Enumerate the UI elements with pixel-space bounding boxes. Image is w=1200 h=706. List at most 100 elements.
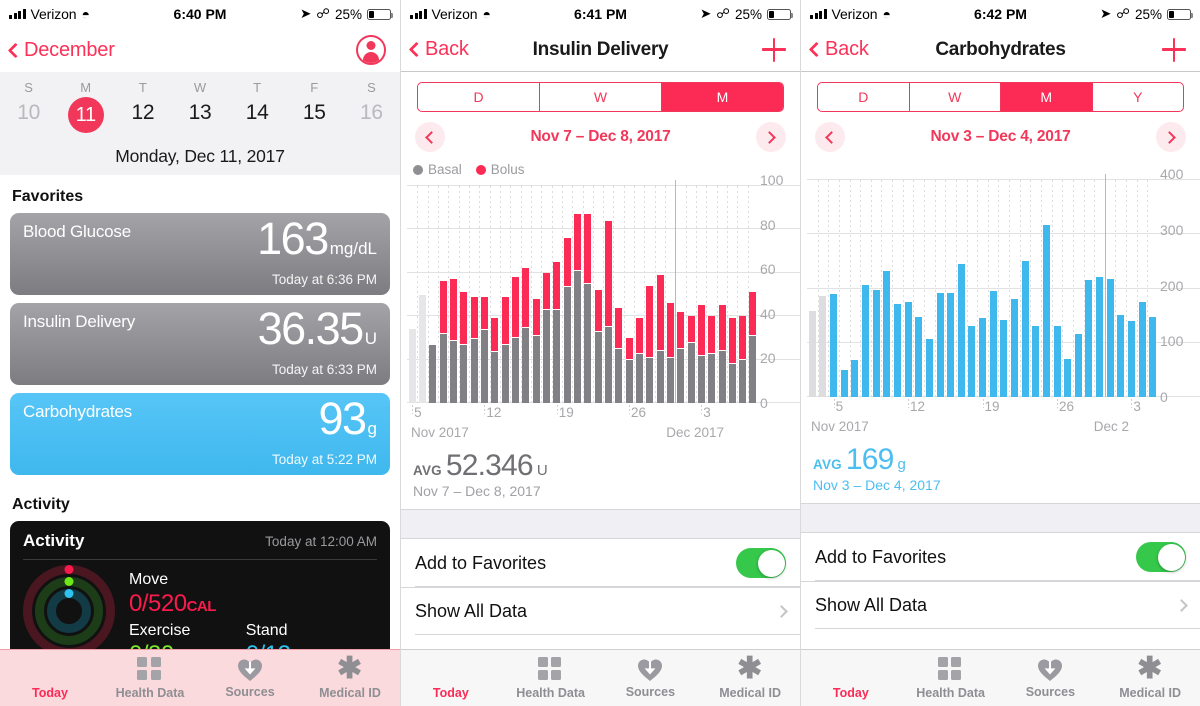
chart-grid-dotted	[1094, 180, 1096, 397]
heart-download-icon	[637, 658, 663, 682]
favorites-card-list: Blood Glucose 163 mg/dL Today at 6:36 PM…	[0, 213, 400, 475]
row-show-all-data[interactable]: Show All Data	[401, 587, 800, 635]
segment-day[interactable]: D	[818, 83, 910, 111]
chart-month-divider	[675, 180, 677, 403]
add-button[interactable]	[1162, 37, 1186, 62]
tab-today[interactable]: Today	[801, 650, 901, 706]
calendar-day[interactable]: 16	[343, 97, 400, 141]
back-button[interactable]: December	[7, 39, 115, 62]
avg-tag: AVG	[813, 457, 842, 472]
y-axis-tick-label: 300	[1160, 221, 1184, 238]
back-button[interactable]: Back	[408, 38, 469, 61]
segment-month[interactable]: M	[1001, 83, 1093, 111]
chart-grid-dotted	[881, 180, 883, 397]
row-add-to-favorites[interactable]: Add to Favorites	[801, 533, 1200, 581]
tab-health-data[interactable]: Health Data	[901, 650, 1001, 706]
grid-icon	[937, 656, 964, 683]
chart-grid-dotted	[448, 186, 450, 403]
row-show-all-data[interactable]: Show All Data	[801, 581, 1200, 629]
segment-week[interactable]: W	[540, 83, 662, 111]
chart-bar	[470, 296, 478, 403]
asterisk-icon: ✱	[337, 651, 363, 685]
chart-bar	[542, 272, 550, 403]
add-to-favorites-toggle[interactable]	[1136, 542, 1186, 572]
chart-grid-dotted	[1030, 180, 1032, 397]
favorite-card-carbohydrates[interactable]: Carbohydrates 93 g Today at 5:22 PM	[10, 393, 390, 475]
page-title: Carbohydrates	[935, 38, 1066, 60]
status-right: ➤ ☍ 25%	[1100, 6, 1194, 22]
tab-sources[interactable]: Sources	[1001, 650, 1101, 706]
prev-range-button[interactable]	[815, 122, 845, 152]
x-axis-tick	[1131, 399, 1133, 408]
prev-range-button[interactable]	[415, 122, 445, 152]
tab-today[interactable]: Today	[0, 650, 100, 706]
chart-bar	[1117, 314, 1125, 397]
chart-grid-dotted	[417, 186, 419, 403]
profile-button[interactable]	[356, 35, 386, 65]
bluetooth-icon: ☍	[316, 6, 330, 21]
calendar-day[interactable]: 14	[229, 97, 286, 141]
next-range-button[interactable]	[755, 122, 786, 152]
x-axis-tick-label: 26	[630, 405, 646, 420]
calendar-day[interactable]: 15	[286, 97, 343, 141]
segment-year[interactable]: Y	[1093, 83, 1184, 111]
tab-sources[interactable]: Sources	[601, 650, 701, 706]
chart-bar	[573, 214, 581, 403]
chart-bar	[872, 290, 880, 397]
weekday-label: T	[138, 80, 147, 95]
chart-bar	[449, 279, 457, 403]
tab-medical-id[interactable]: ✱ Medical ID	[700, 650, 800, 706]
legend-item-basal: Basal	[413, 162, 462, 177]
tab-health-data[interactable]: Health Data	[100, 650, 200, 706]
activity-card[interactable]: Activity Today at 12:00 AM Move 0/520CAL…	[10, 521, 390, 663]
calendar-day-selected[interactable]: 11	[57, 97, 114, 141]
tab-today[interactable]: Today	[401, 650, 501, 706]
chart-y-axis: 0 100 200 300 400	[1160, 166, 1196, 405]
segment-month[interactable]: M	[662, 83, 783, 111]
favorite-card-blood-glucose[interactable]: Blood Glucose 163 mg/dL Today at 6:36 PM	[10, 213, 390, 295]
add-to-favorites-toggle[interactable]	[736, 548, 786, 578]
row-add-to-favorites[interactable]: Add to Favorites	[401, 539, 800, 587]
add-button[interactable]	[762, 37, 786, 62]
profile-icon	[356, 35, 386, 65]
chart-grid-dotted	[747, 186, 749, 403]
chart-grid-dotted	[1041, 180, 1042, 397]
chart-bar	[830, 293, 838, 397]
chart-grid-dotted	[737, 186, 739, 403]
insulin-chart[interactable]: 0 20 40 60 80 100 5 12 19 26 3	[401, 172, 800, 425]
chart-y-axis: 0 20 40 60 80 100	[760, 172, 796, 411]
chevron-right-icon	[1175, 599, 1188, 612]
segment-day[interactable]: D	[418, 83, 540, 111]
next-range-button[interactable]	[1155, 122, 1186, 152]
chart-grid-dotted	[817, 180, 819, 397]
chevron-right-icon	[763, 130, 776, 144]
tab-medical-id[interactable]: ✱ Medical ID	[1100, 650, 1200, 706]
chart-bar	[1064, 359, 1072, 397]
chart-bar	[1021, 261, 1029, 397]
back-button[interactable]: Back	[808, 38, 869, 61]
tab-health-data[interactable]: Health Data	[501, 650, 601, 706]
segment-week[interactable]: W	[910, 83, 1001, 111]
calendar-day[interactable]: 13	[171, 97, 228, 141]
chart-bar	[915, 316, 923, 397]
activity-card-timestamp: Today at 12:00 AM	[265, 534, 377, 549]
chart-bar	[749, 292, 757, 403]
metric-label: Stand	[245, 621, 288, 639]
carbohydrates-chart[interactable]: 0 100 200 300 400 5 12 19 26 3	[801, 166, 1200, 419]
calendar-day[interactable]: 10	[0, 97, 57, 141]
weekday-label: S	[24, 80, 33, 95]
chart-grid-dotted	[913, 180, 915, 397]
chart-bar	[532, 298, 540, 403]
calendar-day[interactable]: 12	[114, 97, 171, 141]
x-axis-tick-label: 12	[486, 405, 502, 420]
tab-medical-id[interactable]: ✱ Medical ID	[300, 650, 400, 706]
favorite-card-insulin-delivery[interactable]: Insulin Delivery 36.35 U Today at 6:33 P…	[10, 303, 390, 385]
chart-grid-dotted	[582, 186, 584, 403]
chart-grid-dotted	[902, 180, 904, 397]
chart-bar	[979, 317, 987, 397]
tab-sources[interactable]: Sources	[200, 650, 300, 706]
x-axis-tick	[556, 405, 558, 414]
avg-unit: U	[536, 462, 548, 479]
battery-percent-label: 25%	[734, 6, 762, 22]
x-axis-tick-label: 19	[558, 405, 574, 420]
